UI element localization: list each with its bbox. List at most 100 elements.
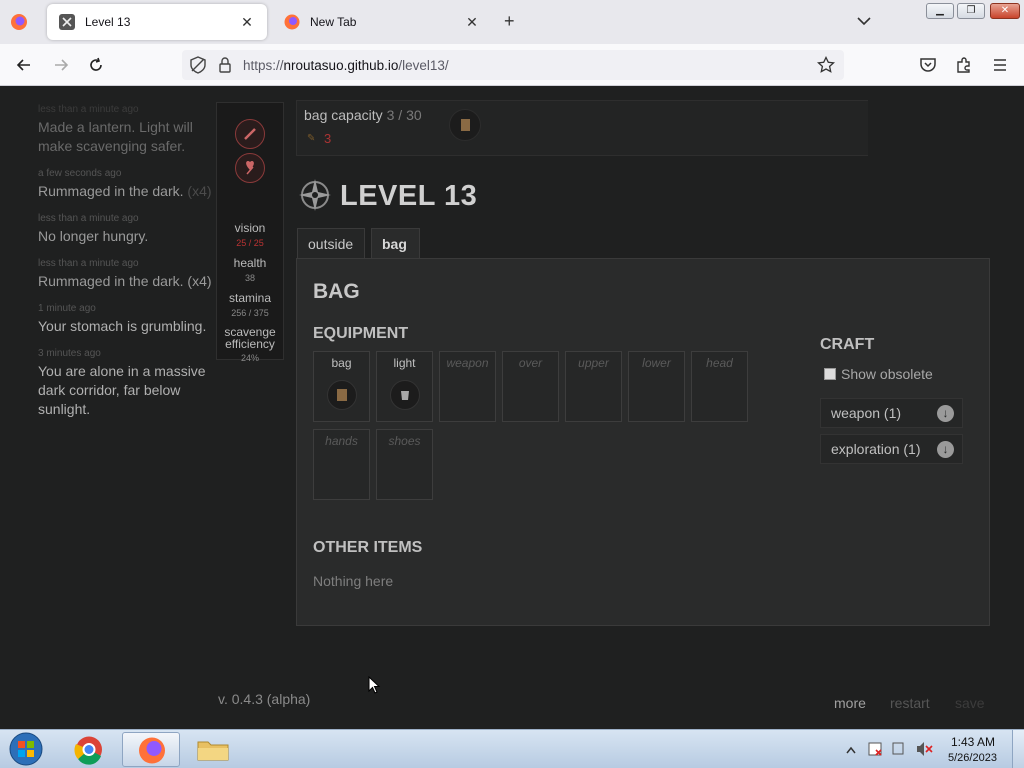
firefox-favicon-icon (284, 14, 300, 30)
craft-category-label: exploration (1) (831, 441, 921, 457)
log-text: No longer hungry. (38, 228, 149, 244)
forward-arrow-icon[interactable] (51, 55, 71, 75)
tab-bag[interactable]: bag (371, 228, 420, 259)
equipment-slot-hands[interactable]: hands (313, 429, 370, 500)
window-close-button[interactable]: ✕ (990, 3, 1020, 19)
close-tab-icon[interactable]: ✕ (464, 14, 480, 31)
firefox-view-icon[interactable] (10, 13, 28, 31)
close-tab-icon[interactable]: ✕ (239, 14, 255, 31)
chevron-down-icon[interactable] (855, 12, 873, 30)
equipment-slot-shoes[interactable]: shoes (376, 429, 433, 500)
save-link[interactable]: save (955, 695, 985, 711)
equipment-slot-upper[interactable]: upper (565, 351, 622, 422)
craft-category-label: weapon (1) (831, 405, 902, 421)
equipment-slot-lower[interactable]: lower (628, 351, 685, 422)
slot-label: bag (331, 356, 352, 370)
scavenge-efficiency-value: 24% (240, 353, 259, 363)
level13-favicon-icon (59, 14, 75, 30)
log-entry: 1 minute ago Your stomach is grumbling. (38, 303, 218, 336)
log-time: less than a minute ago (38, 213, 139, 224)
url-path: /level13/ (398, 58, 449, 73)
equipment-slot-bag[interactable]: bag (313, 351, 370, 422)
slot-label: shoes (388, 434, 421, 448)
bag-item-icon[interactable] (326, 380, 357, 410)
clock-time[interactable]: 1:43 AM (951, 735, 995, 749)
log-text: Made a lantern. Light will make scavengi… (38, 119, 193, 154)
perk-hunger-icon[interactable] (235, 153, 265, 183)
log-message: Rummaged in the dark. (38, 273, 184, 289)
stamina-label: stamina (228, 291, 272, 305)
clock-date[interactable]: 5/26/2023 (948, 752, 997, 764)
log-entry: less than a minute ago No longer hungry. (38, 213, 218, 246)
expand-arrow-icon[interactable]: ↓ (937, 405, 954, 422)
reload-icon[interactable] (86, 55, 106, 75)
bag-capacity: bag capacity 3 / 30 (304, 107, 422, 123)
expand-arrow-icon[interactable]: ↓ (937, 441, 954, 458)
restart-link[interactable]: restart (890, 695, 930, 711)
perk-lantern-icon[interactable] (235, 119, 265, 149)
equipment-slot-over[interactable]: over (502, 351, 559, 422)
show-hidden-icons-icon[interactable] (846, 746, 856, 754)
taskbar-chrome[interactable] (60, 732, 118, 767)
equipment-slot-head[interactable]: head (691, 351, 748, 422)
window-maximize-button[interactable]: ❐ (957, 3, 985, 19)
new-tab-plus-icon[interactable]: + (504, 12, 515, 30)
bag-capacity-value: 3 / 30 (386, 107, 422, 123)
chrome-icon (74, 736, 102, 765)
network-icon[interactable] (892, 742, 904, 755)
url-text[interactable]: https://nroutasuo.github.io/level13/ (243, 58, 449, 73)
hamburger-menu-icon[interactable] (990, 55, 1010, 75)
log-count: (x4) (187, 183, 212, 199)
extensions-puzzle-icon[interactable] (954, 55, 974, 75)
equipment-title: EQUIPMENT (313, 325, 409, 342)
bag-panel: BAG EQUIPMENT bag light weapon over uppe… (296, 258, 990, 626)
bag-item-icon[interactable] (449, 109, 481, 141)
log-time: less than a minute ago (38, 104, 139, 115)
bookmark-star-icon[interactable] (816, 55, 836, 75)
equipment-slot-weapon[interactable]: weapon (439, 351, 496, 422)
slot-label: lower (642, 356, 671, 370)
version-label: v. 0.4.3 (alpha) (218, 691, 311, 707)
slot-label: over (518, 356, 543, 370)
windows-taskbar: 1:43 AM 5/26/2023 (0, 729, 1024, 768)
browser-tab-bar: Level 13 ✕ New Tab ✕ + ▁ ❐ ✕ (0, 0, 1024, 44)
log-text: You are alone in a massive dark corridor… (38, 363, 206, 417)
back-arrow-icon[interactable] (14, 55, 34, 75)
log-text: Rummaged in the dark. (x4) (38, 182, 218, 201)
log-entry: less than a minute ago Rummaged in the d… (38, 258, 218, 291)
folder-icon (197, 741, 229, 761)
lock-icon[interactable] (215, 55, 235, 75)
show-obsolete-checkbox[interactable]: Show obsolete (824, 366, 933, 382)
windows-start-icon[interactable] (6, 731, 46, 768)
volume-muted-icon[interactable] (917, 742, 924, 756)
tab-outside[interactable]: outside (297, 228, 365, 259)
slot-label: head (706, 356, 733, 370)
taskbar-file-explorer[interactable] (184, 732, 242, 767)
slot-label: hands (325, 434, 358, 448)
system-tray (846, 742, 933, 756)
equipment-slot-light[interactable]: light (376, 351, 433, 422)
checkbox-icon[interactable] (824, 368, 836, 380)
url-domain: nroutasuo.github.io (283, 58, 399, 73)
taskbar-firefox[interactable] (122, 732, 180, 767)
pocket-icon[interactable] (918, 55, 938, 75)
more-link[interactable]: more (834, 695, 866, 711)
stamina-value: 256 / 375 (231, 308, 269, 318)
tab-level13[interactable]: Level 13 ✕ (47, 4, 267, 40)
mouse-cursor-icon (368, 676, 381, 694)
craft-category-exploration[interactable]: exploration (1) ↓ (820, 434, 963, 464)
log-entry: a few seconds ago Rummaged in the dark. … (38, 168, 218, 201)
url-bar[interactable]: https://nroutasuo.github.io/level13/ (182, 50, 844, 80)
lantern-item-icon[interactable] (389, 380, 420, 410)
message-log: less than a minute ago Made a lantern. L… (38, 104, 218, 431)
level-title: LEVEL 13 (340, 180, 478, 212)
game-area: less than a minute ago Made a lantern. L… (0, 86, 1024, 729)
url-scheme: https:// (243, 58, 284, 73)
window-minimize-button[interactable]: ▁ (926, 3, 954, 19)
log-time: less than a minute ago (38, 258, 139, 269)
metal-resource-icon: ✎ (307, 133, 316, 144)
craft-category-weapon[interactable]: weapon (1) ↓ (820, 398, 963, 428)
show-desktop-button[interactable] (1012, 730, 1024, 768)
tracking-protection-shield-icon[interactable] (188, 55, 208, 75)
tab-new-tab[interactable]: New Tab ✕ (272, 4, 492, 40)
